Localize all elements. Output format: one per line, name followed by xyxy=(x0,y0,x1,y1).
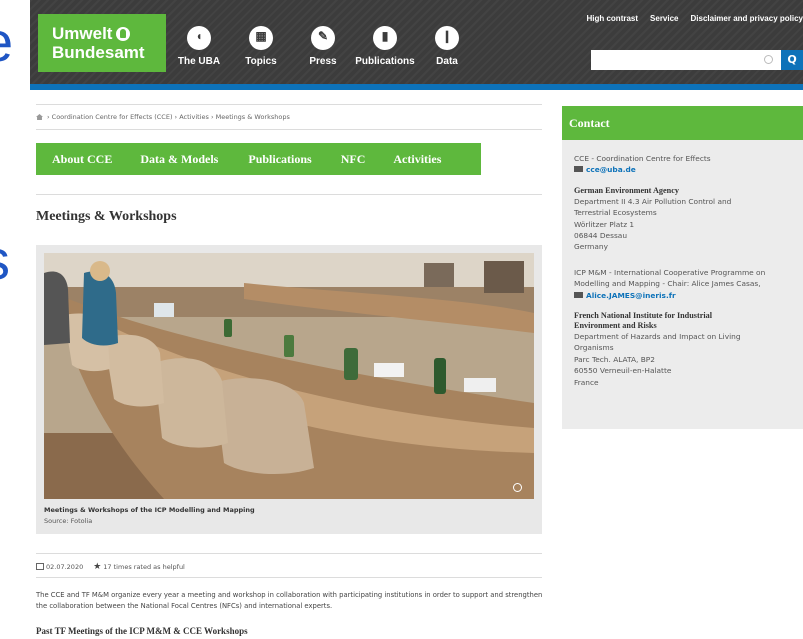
service-link[interactable]: Service xyxy=(650,14,678,23)
calendar-icon xyxy=(36,563,44,570)
slide-glyph-top: e xyxy=(0,14,13,70)
divider xyxy=(36,104,542,105)
topics-icon xyxy=(249,26,273,50)
nav-label: The UBA xyxy=(177,56,221,67)
ineris-address-line: Organisms xyxy=(574,343,614,353)
rating-count: 17 times rated as helpful xyxy=(103,563,185,571)
site-header: Umwelt Bundesamt The UBA Topics Press Pu… xyxy=(30,0,803,84)
breadcrumb: › Coordination Centre for Effects (CCE) … xyxy=(36,113,290,121)
uba-address-line: Germany xyxy=(574,242,608,252)
ineris-address-line: France xyxy=(574,377,599,387)
page-title: Meetings & Workshops xyxy=(36,209,177,224)
nav-label: Publications xyxy=(355,56,415,67)
nav-press[interactable]: Press xyxy=(292,26,354,67)
ineris-name: Environment and Risks xyxy=(574,321,657,331)
uba-name: German Environment Agency xyxy=(574,185,679,195)
ineris-address-line: Department of Hazards and Impact on Livi… xyxy=(574,332,741,342)
home-icon[interactable] xyxy=(36,114,43,120)
nav-label: Data xyxy=(436,56,458,67)
icp-text: ICP M&M - International Cooperative Prog… xyxy=(574,267,766,277)
image-figure: Meetings & Workshops of the ICP Modellin… xyxy=(36,245,542,534)
uba-logo[interactable]: Umwelt Bundesamt xyxy=(38,14,166,72)
search-box: Q xyxy=(591,50,803,70)
high-contrast-link[interactable]: High contrast xyxy=(586,14,638,23)
logo-line-2: Bundesamt xyxy=(52,43,145,62)
uba-address-line: Wörlitzer Platz 1 xyxy=(574,219,635,229)
contact-heading: Contact xyxy=(562,106,803,140)
nav-publications[interactable]: Publications xyxy=(354,26,416,67)
tab-about-cce[interactable]: About CCE xyxy=(52,143,112,175)
intro-paragraph: The CCE and TF M&M organize every year a… xyxy=(36,591,543,610)
meeting-photo[interactable] xyxy=(44,253,534,499)
slide-glyph-mid: s xyxy=(0,232,10,288)
nav-label: Topics xyxy=(245,56,277,67)
header-accent-bar xyxy=(30,84,803,90)
envelope-icon xyxy=(574,166,583,173)
article-meta: 02.07.2020 ★ 17 times rated as helpful xyxy=(36,562,185,572)
tab-activities[interactable]: Activities xyxy=(393,143,441,175)
uba-icon xyxy=(187,26,211,50)
section-nav: About CCE Data & Models Publications NFC… xyxy=(36,143,481,175)
press-icon xyxy=(311,26,335,50)
uba-address-line: Terrestrial Ecosystems xyxy=(574,208,657,218)
logo-line-1: Umwelt xyxy=(52,24,113,43)
nav-data[interactable]: Data xyxy=(416,26,478,67)
main-nav: The UBA Topics Press Publications Data xyxy=(168,26,478,67)
divider xyxy=(36,553,542,554)
star-icon[interactable]: ★ xyxy=(93,562,101,572)
nav-topics[interactable]: Topics xyxy=(230,26,292,67)
contact-box: Contact CCE - Coordination Centre for Ef… xyxy=(562,106,803,429)
tab-nfc[interactable]: NFC xyxy=(341,143,366,175)
divider xyxy=(36,129,542,130)
nav-the-uba[interactable]: The UBA xyxy=(168,26,230,67)
divider xyxy=(36,194,542,195)
nav-label: Press xyxy=(309,56,337,67)
clear-icon[interactable] xyxy=(764,55,773,64)
slide-fragment: e s xyxy=(0,0,30,639)
icp-email-link[interactable]: Alice.JAMES@ineris.fr xyxy=(586,291,676,300)
publish-date: 02.07.2020 xyxy=(46,563,84,571)
uba-address-line: 06844 Dessau xyxy=(574,231,628,241)
image-source: Source: Fotolia xyxy=(44,517,93,525)
section-heading: Past TF Meetings of the ICP M&M & CCE Wo… xyxy=(36,626,248,636)
image-caption: Meetings & Workshops of the ICP Modellin… xyxy=(44,506,255,514)
divider xyxy=(36,577,542,578)
publications-icon xyxy=(373,26,397,50)
search-input[interactable] xyxy=(591,50,781,70)
ineris-address-line: 60550 Verneuil-en-Halatte xyxy=(574,366,672,376)
icp-text: Modelling and Mapping - Chair: Alice Jam… xyxy=(574,279,761,289)
cce-name: CCE - Coordination Centre for Effects xyxy=(574,154,711,163)
globe-icon xyxy=(116,27,131,41)
ineris-address-line: Parc Tech. ALATA, BP2 xyxy=(574,354,655,364)
tab-publications[interactable]: Publications xyxy=(248,143,311,175)
zoom-icon[interactable] xyxy=(513,483,522,492)
cce-email-link[interactable]: cce@uba.de xyxy=(586,165,636,174)
search-button[interactable]: Q xyxy=(781,50,803,70)
data-icon xyxy=(435,26,459,50)
ineris-name: French National Institute for Industrial xyxy=(574,311,712,321)
tab-data-models[interactable]: Data & Models xyxy=(140,143,218,175)
breadcrumb-trail[interactable]: › Coordination Centre for Effects (CCE) … xyxy=(47,113,290,121)
disclaimer-link[interactable]: Disclaimer and privacy policy xyxy=(691,14,803,23)
uba-address-line: Department II 4.3 Air Pollution Control … xyxy=(574,196,732,206)
top-links: High contrast Service Disclaimer and pri… xyxy=(586,14,803,23)
envelope-icon xyxy=(574,291,583,298)
meeting-room-illustration xyxy=(44,253,534,499)
